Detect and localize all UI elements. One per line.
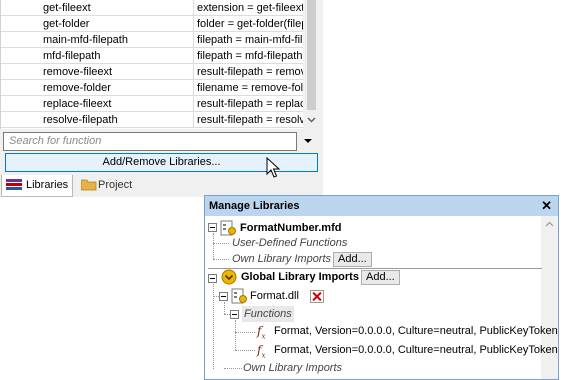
function-signature: result-filepath = remove-fileext( bbox=[197, 66, 303, 78]
function-signature: filename = remove-folder( bbox=[197, 82, 303, 94]
function-row[interactable]: remove-fileext result-filepath = remove-… bbox=[1, 64, 303, 80]
function-list-scrollbar[interactable] bbox=[303, 0, 320, 129]
mapping-file-icon bbox=[220, 220, 236, 236]
function-list: get-fileext extension = get-fileext( get… bbox=[0, 0, 303, 129]
libraries-icon bbox=[6, 179, 22, 190]
functions-node[interactable]: Functions bbox=[242, 306, 294, 322]
library-file-icon bbox=[231, 288, 247, 304]
collapse-toggle[interactable] bbox=[208, 274, 217, 283]
function-name: resolve-filepath bbox=[1, 112, 194, 128]
user-defined-functions-node[interactable]: User-Defined Functions bbox=[232, 235, 347, 251]
mapping-file-node[interactable]: FormatNumber.mfd bbox=[240, 220, 341, 236]
global-library-imports-node[interactable]: Global Library Imports bbox=[241, 269, 359, 285]
tab-project[interactable]: Project bbox=[79, 175, 139, 195]
function-signature: filepath = main-mfd-filepath() bbox=[197, 34, 303, 46]
tab-libraries-label: Libraries bbox=[26, 179, 69, 191]
scrollbar-thumb[interactable] bbox=[307, 0, 316, 110]
function-row[interactable]: main-mfd-filepath filepath = main-mfd-fi… bbox=[1, 32, 303, 48]
collapse-toggle[interactable] bbox=[219, 292, 228, 301]
function-name: main-mfd-filepath bbox=[1, 32, 194, 48]
tab-libraries[interactable]: Libraries bbox=[1, 175, 73, 197]
scroll-down-icon[interactable] bbox=[306, 115, 317, 125]
libraries-panel: get-fileext extension = get-fileext( get… bbox=[0, 0, 323, 197]
function-icon: fx bbox=[257, 343, 266, 360]
library-file-node[interactable]: Format.dll bbox=[250, 288, 299, 304]
function-item[interactable]: Format, Version=0.0.0.0, Culture=neutral… bbox=[274, 323, 558, 339]
global-imports-icon bbox=[221, 269, 237, 285]
function-row[interactable]: get-fileext extension = get-fileext( bbox=[1, 0, 303, 16]
function-row[interactable]: get-folder folder = get-folder(filepath) bbox=[1, 16, 303, 32]
mouse-pointer-icon bbox=[266, 157, 281, 178]
scroll-up-icon[interactable] bbox=[545, 221, 554, 227]
search-input[interactable]: Search for function bbox=[3, 132, 297, 151]
own-library-imports-node[interactable]: Own Library Imports bbox=[232, 251, 331, 267]
function-signature: result-filepath = replace-fileext( bbox=[197, 98, 303, 110]
own-library-imports-node[interactable]: Own Library Imports bbox=[243, 360, 342, 376]
tab-project-label: Project bbox=[98, 179, 133, 191]
function-name: get-folder bbox=[1, 16, 194, 32]
function-signature: filepath = mfd-filepath() bbox=[197, 50, 303, 62]
panel-title: Manage Libraries bbox=[205, 196, 558, 216]
function-name: remove-folder bbox=[1, 80, 194, 96]
collapse-toggle[interactable] bbox=[208, 223, 217, 232]
add-own-library-button[interactable]: Add... bbox=[333, 252, 372, 267]
function-signature: folder = get-folder(filepath) bbox=[197, 18, 303, 30]
function-name: get-fileext bbox=[1, 0, 194, 16]
function-name: remove-fileext bbox=[1, 64, 194, 80]
function-row[interactable]: resolve-filepath result-filepath = resol… bbox=[1, 112, 303, 128]
function-signature: result-filepath = resolve-filepath( bbox=[197, 114, 303, 126]
close-icon[interactable]: ✕ bbox=[541, 196, 552, 216]
function-row[interactable]: replace-fileext result-filepath = replac… bbox=[1, 96, 303, 112]
function-icon: fx bbox=[257, 324, 266, 341]
delete-library-icon[interactable] bbox=[310, 290, 324, 303]
function-row[interactable]: remove-folder filename = remove-folder( bbox=[1, 80, 303, 96]
collapse-toggle[interactable] bbox=[230, 310, 239, 319]
add-global-library-button[interactable]: Add... bbox=[361, 270, 400, 285]
dropdown-arrow-icon[interactable] bbox=[302, 136, 314, 146]
function-name: mfd-filepath bbox=[1, 48, 194, 64]
folder-icon bbox=[81, 179, 97, 191]
manage-libraries-panel: Manage Libraries ✕ FormatNumber.mfd User… bbox=[204, 195, 559, 380]
function-signature: extension = get-fileext( bbox=[197, 2, 303, 14]
function-item[interactable]: Format, Version=0.0.0.0, Culture=neutral… bbox=[274, 342, 558, 358]
function-name: replace-fileext bbox=[1, 96, 194, 112]
function-row[interactable]: mfd-filepath filepath = mfd-filepath() bbox=[1, 48, 303, 64]
